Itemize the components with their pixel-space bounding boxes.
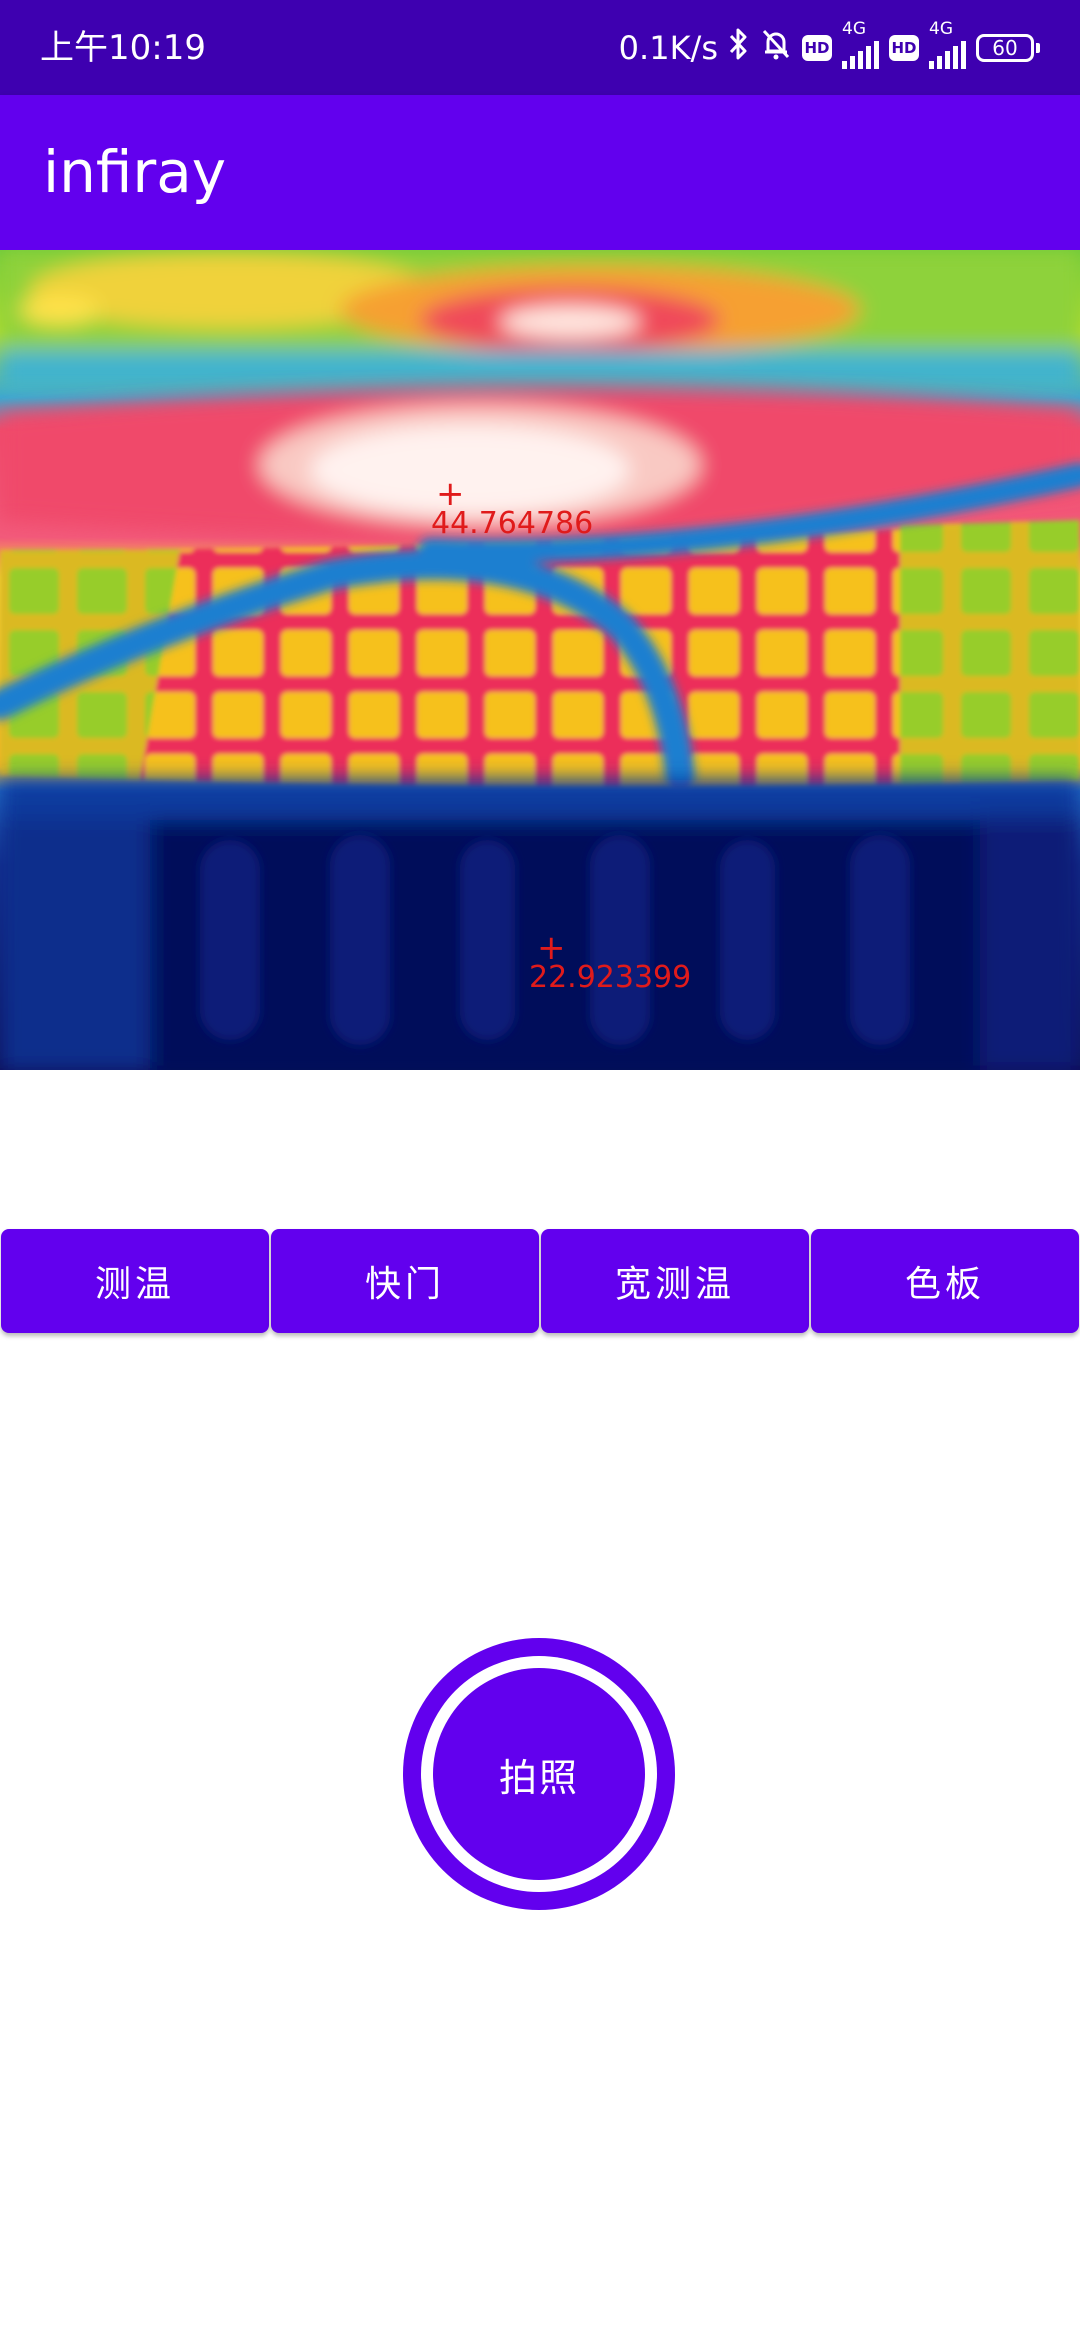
measure-temp-button[interactable]: 测温 [1, 1229, 269, 1333]
signal-4g-icon: 4G [842, 19, 879, 69]
status-icons: 0.1K/s HD 4G HD 4G 60 [618, 19, 1040, 74]
mute-bell-icon [760, 27, 792, 69]
bluetooth-icon [728, 27, 750, 69]
min-temp-value: 22.923399 [529, 960, 692, 995]
hd-icon: HD [889, 35, 919, 61]
status-time: 上午10:19 [40, 28, 206, 68]
app-title: infiray [43, 138, 227, 206]
signal-4g-icon: 4G [929, 19, 966, 69]
max-temp-value: 44.764786 [431, 506, 594, 541]
wide-measure-button[interactable]: 宽测温 [541, 1229, 809, 1333]
status-bar: 上午10:19 0.1K/s HD 4G HD 4G 60 [0, 0, 1080, 95]
palette-button[interactable]: 色板 [811, 1229, 1079, 1333]
capture-button[interactable]: 拍照 [403, 1638, 675, 1910]
thermal-camera-view: + 44.764786 + 22.923399 [0, 250, 1080, 1070]
action-button-row: 测温 快门 宽测温 色板 [0, 1229, 1080, 1333]
battery-icon: 60 [976, 34, 1040, 62]
app-bar: infiray [0, 95, 1080, 250]
capture-ring: 拍照 [421, 1656, 657, 1892]
hd-icon: HD [802, 35, 832, 61]
capture-label: 拍照 [433, 1668, 645, 1880]
battery-level: 60 [976, 34, 1034, 62]
net-speed: 0.1K/s [618, 29, 718, 67]
shutter-button[interactable]: 快门 [271, 1229, 539, 1333]
